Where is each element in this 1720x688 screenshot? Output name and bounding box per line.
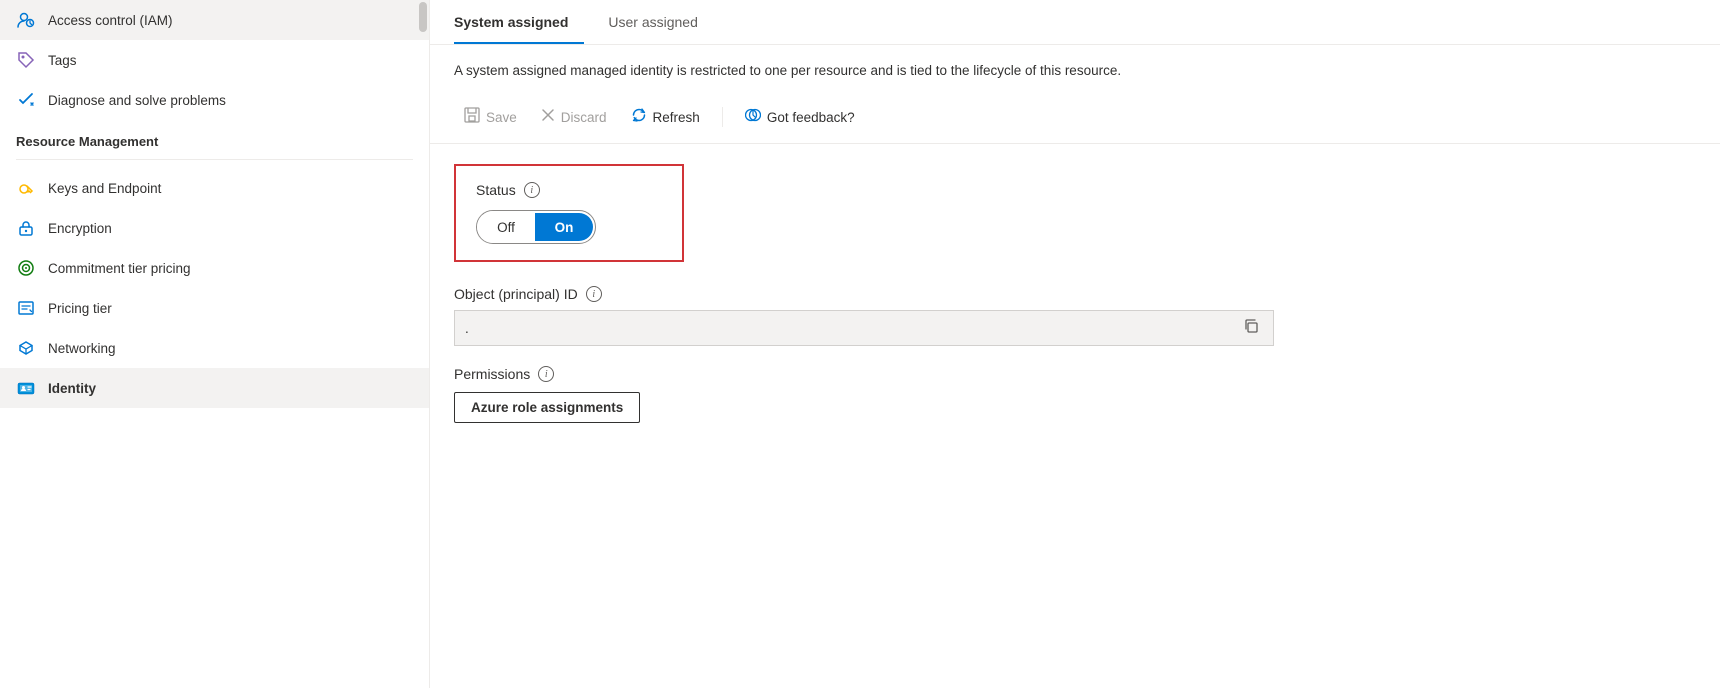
permissions-label-row: Permissions i — [454, 366, 1696, 382]
status-label-row: Status i — [476, 182, 662, 198]
resource-management-header: Resource Management — [0, 120, 429, 155]
status-info-icon[interactable]: i — [524, 182, 540, 198]
tags-icon — [16, 50, 36, 70]
tabs-container: System assigned User assigned — [430, 0, 1720, 45]
main-content: System assigned User assigned A system a… — [430, 0, 1720, 688]
toggle-on-option[interactable]: On — [535, 213, 593, 241]
toolbar: Save Discard Refresh — [430, 91, 1720, 144]
networking-icon — [16, 338, 36, 358]
sidebar-item-label: Diagnose and solve problems — [48, 93, 226, 108]
status-section: Status i Off On — [454, 164, 684, 262]
diagnose-icon — [16, 90, 36, 110]
refresh-icon — [631, 107, 647, 127]
sidebar-item-encryption[interactable]: Encryption — [0, 208, 429, 248]
permissions-section: Permissions i Azure role assignments — [454, 366, 1696, 423]
sidebar-item-identity[interactable]: Identity — [0, 368, 429, 408]
tab-user-assigned[interactable]: User assigned — [608, 0, 714, 44]
encryption-icon — [16, 218, 36, 238]
save-icon — [464, 107, 480, 127]
sidebar-item-label: Pricing tier — [48, 301, 112, 316]
sidebar-divider — [16, 159, 413, 160]
pricing-icon — [16, 298, 36, 318]
sidebar-item-access-control[interactable]: Access control (IAM) — [0, 0, 429, 40]
commitment-icon — [16, 258, 36, 278]
copy-icon[interactable] — [1239, 316, 1263, 341]
sidebar-item-networking[interactable]: Networking — [0, 328, 429, 368]
sidebar: Access control (IAM) Tags Diagnose and s… — [0, 0, 430, 688]
object-id-section: Object (principal) ID i . — [454, 286, 1696, 346]
content-area: Status i Off On Object (principal) ID i … — [430, 144, 1720, 443]
discard-label: Discard — [561, 110, 607, 125]
scroll-indicator — [419, 2, 427, 32]
tab-description: A system assigned managed identity is re… — [430, 45, 1530, 91]
feedback-label: Got feedback? — [767, 110, 855, 125]
permissions-label: Permissions — [454, 366, 530, 382]
toggle-switch[interactable]: Off On — [476, 210, 596, 244]
tab-system-assigned[interactable]: System assigned — [454, 0, 584, 44]
sidebar-item-label: Identity — [48, 381, 96, 396]
sidebar-item-label: Keys and Endpoint — [48, 181, 161, 196]
object-id-value: . — [465, 321, 1239, 336]
sidebar-item-label: Commitment tier pricing — [48, 261, 191, 276]
identity-icon — [16, 378, 36, 398]
refresh-button[interactable]: Refresh — [621, 101, 710, 133]
object-id-label-row: Object (principal) ID i — [454, 286, 1696, 302]
feedback-button[interactable]: Got feedback? — [735, 101, 865, 133]
sidebar-item-label: Networking — [48, 341, 116, 356]
save-label: Save — [486, 110, 517, 125]
status-label: Status — [476, 182, 516, 198]
discard-icon — [541, 108, 555, 126]
sidebar-item-commitment-tier[interactable]: Commitment tier pricing — [0, 248, 429, 288]
permissions-info-icon[interactable]: i — [538, 366, 554, 382]
sidebar-item-label: Access control (IAM) — [48, 13, 173, 28]
sidebar-item-label: Encryption — [48, 221, 112, 236]
sidebar-item-tags[interactable]: Tags — [0, 40, 429, 80]
azure-role-assignments-button[interactable]: Azure role assignments — [454, 392, 640, 423]
object-id-info-icon[interactable]: i — [586, 286, 602, 302]
keys-icon — [16, 178, 36, 198]
discard-button[interactable]: Discard — [531, 102, 617, 132]
save-button[interactable]: Save — [454, 101, 527, 133]
object-id-label: Object (principal) ID — [454, 286, 578, 302]
refresh-label: Refresh — [653, 110, 700, 125]
sidebar-item-pricing-tier[interactable]: Pricing tier — [0, 288, 429, 328]
access-control-icon — [16, 10, 36, 30]
sidebar-item-keys-endpoint[interactable]: Keys and Endpoint — [0, 168, 429, 208]
toggle-off-option[interactable]: Off — [477, 211, 535, 243]
toolbar-divider — [722, 107, 723, 127]
sidebar-item-label: Tags — [48, 53, 77, 68]
feedback-icon — [745, 107, 761, 127]
object-id-field: . — [454, 310, 1274, 346]
sidebar-item-diagnose[interactable]: Diagnose and solve problems — [0, 80, 429, 120]
